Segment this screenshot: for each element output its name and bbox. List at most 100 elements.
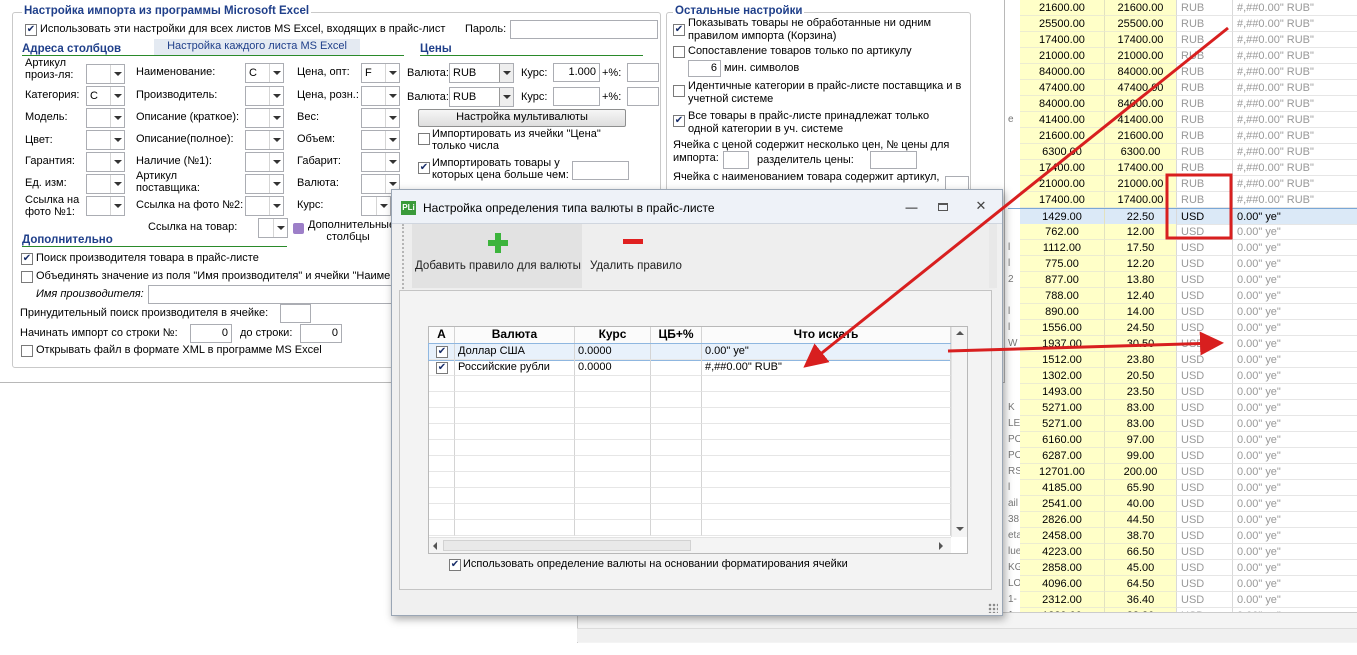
grid-vscrollbar[interactable] [951,327,967,537]
sheet-cell[interactable]: 22.50 [1105,209,1177,225]
sheet-cell[interactable]: 1937.00 [1020,336,1105,352]
sheet-row[interactable]: l 775.00 12.20 USD 0.00" уе" [1008,256,1357,272]
sheet-cell[interactable]: 21000.00 [1020,48,1105,64]
sheet-cell[interactable]: 0.00" уе" [1233,352,1357,368]
sheet-cell[interactable]: 65.90 [1105,480,1177,496]
sheet-row[interactable]: 47400.00 47400.00 RUB #,##0.00" RUB" [1008,80,1357,96]
sheet-cell[interactable]: 99.00 [1105,448,1177,464]
sheet-cell[interactable]: USD [1177,592,1233,608]
sheet-row[interactable]: 1512.00 23.80 USD 0.00" уе" [1008,352,1357,368]
rule-row[interactable]: ✔ Доллар США 0.0000 0.00" уе" [428,343,952,361]
sheet-cell[interactable] [1008,176,1020,192]
sheet-cell[interactable] [1008,288,1020,304]
sheet-cell[interactable]: 64.50 [1105,576,1177,592]
sheet-row[interactable]: l 1556.00 24.50 USD 0.00" уе" [1008,320,1357,336]
sheet-row[interactable]: l 4185.00 65.90 USD 0.00" уе" [1008,480,1357,496]
sheet-row[interactable]: 17400.00 17400.00 RUB #,##0.00" RUB" [1008,32,1357,48]
sheet-cell[interactable] [1008,384,1020,400]
match-by-sku-checkbox[interactable] [673,46,685,58]
sheet-cell[interactable] [1008,368,1020,384]
sheet-cell[interactable]: 21600.00 [1020,0,1105,16]
sheet-cell[interactable]: 0.00" уе" [1233,240,1357,256]
name-column-select[interactable]: C [245,63,284,83]
sheet-cell[interactable] [1008,96,1020,112]
sheet-cell[interactable]: USD [1177,320,1233,336]
sheet-cell[interactable]: #,##0.00" RUB" [1233,32,1357,48]
rate-column-select[interactable] [361,196,391,216]
price-separator-input[interactable] [870,151,917,169]
sheet-cell[interactable]: USD [1177,432,1233,448]
weight-column-select[interactable] [361,108,400,128]
sheet-cell[interactable]: 2858.00 [1020,560,1105,576]
sheet-cell[interactable]: 38 [1008,512,1020,528]
sheet-cell[interactable]: 4096.00 [1020,576,1105,592]
sheet-cell[interactable]: LO [1008,576,1020,592]
sheet-row[interactable]: 2 877.00 13.80 USD 0.00" уе" [1008,272,1357,288]
sheet-cell[interactable]: 21600.00 [1020,128,1105,144]
sheet-cell[interactable]: 890.00 [1020,304,1105,320]
sheet-cell[interactable]: RUB [1177,112,1233,128]
sheet-cell[interactable]: USD [1177,528,1233,544]
sheet-cell[interactable]: 97.00 [1105,432,1177,448]
grid-column-header[interactable]: А [429,327,455,343]
sheet-cell[interactable]: 0.00" уе" [1233,432,1357,448]
sheet-cell[interactable]: #,##0.00" RUB" [1233,144,1357,160]
sheet-row[interactable]: K D5271.0083.00USD0.00" уе" [1008,400,1357,416]
sheet-cell[interactable] [1008,48,1020,64]
color-column-select[interactable] [86,130,125,150]
sheet-cell[interactable]: 0.00" уе" [1233,272,1357,288]
grid-hscrollbar[interactable] [429,537,951,553]
delete-rule-button[interactable]: Удалить правило [590,224,685,288]
sheet-cell[interactable]: 21000.00 [1105,176,1177,192]
sheet-cell[interactable]: 2 [1008,272,1020,288]
toolbar-overflow-arrow[interactable] [989,224,997,288]
sheet-cell[interactable]: 1493.00 [1020,384,1105,400]
sheet-row[interactable]: eta 2458.00 38.70 USD 0.00" уе" [1008,528,1357,544]
sheet-row[interactable]: l 890.00 14.00 USD 0.00" уе" [1008,304,1357,320]
sheet-cell[interactable]: 1512.00 [1020,352,1105,368]
sheet-cell[interactable]: 1429.00 [1020,209,1105,225]
sheet-row[interactable]: e 41400.00 41400.00 RUB #,##0.00" RUB" [1008,112,1357,128]
sheet-cell[interactable]: USD [1177,384,1233,400]
sheet-cell[interactable]: 30.50 [1105,336,1177,352]
sheet-cell[interactable]: 6300.00 [1105,144,1177,160]
sheet-cell[interactable]: USD [1177,368,1233,384]
sheet-cell[interactable]: #,##0.00" RUB" [1233,80,1357,96]
sheet-cell[interactable]: 6287.00 [1020,448,1105,464]
sheet-cell[interactable]: 47400.00 [1105,80,1177,96]
sheet-cell[interactable]: 0.00" уе" [1233,336,1357,352]
sheet-cell[interactable]: eta [1008,528,1020,544]
sheet-cell[interactable]: 0.00" уе" [1233,464,1357,480]
sku-column-select[interactable] [86,64,125,84]
sheet-row[interactable]: 21600.00 21600.00 RUB #,##0.00" RUB" [1008,0,1357,16]
sheet-row[interactable]: 762.00 12.00 USD 0.00" уе" [1008,224,1357,240]
sheet-row[interactable]: 38 2826.00 44.50 USD 0.00" уе" [1008,512,1357,528]
sheet-cell[interactable]: 2312.00 [1020,592,1105,608]
sheet-cell[interactable]: #,##0.00" RUB" [1233,96,1357,112]
sheet-row[interactable]: 6300.00 6300.00 RUB #,##0.00" RUB" [1008,144,1357,160]
availability-column-select[interactable] [245,152,284,172]
sheet-row[interactable]: 21600.00 21600.00 RUB #,##0.00" RUB" [1008,128,1357,144]
sheet-cell[interactable]: 66.50 [1105,544,1177,560]
sheet-row[interactable]: LO 4096.00 64.50 USD 0.00" уе" [1008,576,1357,592]
sheet-row[interactable]: 1429.00 22.50 USD 0.00" уе" [1008,208,1357,225]
category-column-select[interactable]: C [86,86,125,106]
sheet-cell[interactable]: 0.00" уе" [1233,480,1357,496]
sheet-cell[interactable]: 0.00" уе" [1233,224,1357,240]
sheet-cell[interactable]: 0.00" уе" [1233,400,1357,416]
sheet-cell[interactable]: 38.70 [1105,528,1177,544]
manufacturer-column-select[interactable] [245,86,284,106]
rule-cell[interactable]: 0.00" уе" [702,344,951,360]
sheet-row[interactable]: 788.00 12.40 USD 0.00" уе" [1008,288,1357,304]
sheet-row[interactable]: PO 6287.00 99.00 USD 0.00" уе" [1008,448,1357,464]
add-rule-button[interactable]: Добавить правило для валюты [412,224,582,288]
percent1-input[interactable] [627,63,659,82]
sheet-cell[interactable]: 0.00" уе" [1233,304,1357,320]
sheet-cell[interactable]: 0.00" уе" [1233,544,1357,560]
scroll-up-icon[interactable] [956,331,964,335]
sheet-cell[interactable]: 83.00 [1105,416,1177,432]
use-formatting-checkbox[interactable]: ✔ [449,559,461,571]
desc-short-column-select[interactable] [245,108,284,128]
sheet-cell[interactable]: 775.00 [1020,256,1105,272]
volume-column-select[interactable] [361,130,400,150]
